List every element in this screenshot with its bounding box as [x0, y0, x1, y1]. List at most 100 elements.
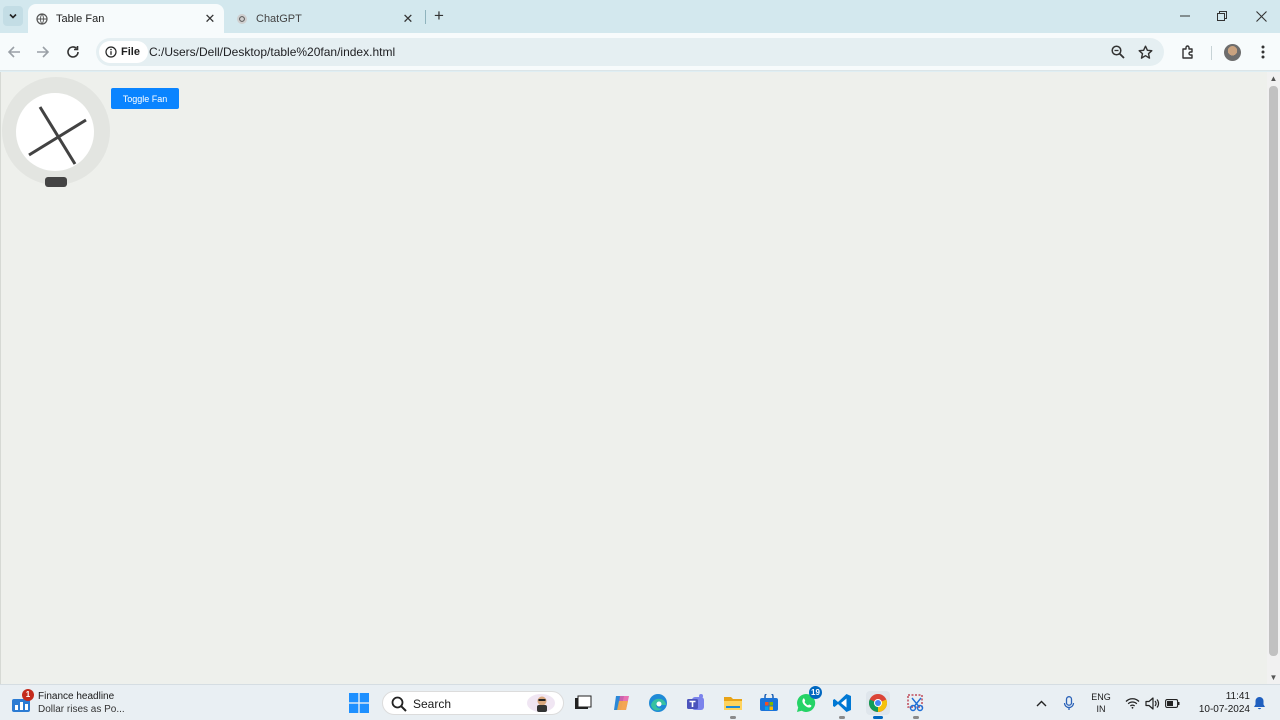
tab-close-icon[interactable]: ✕: [202, 11, 218, 27]
extensions-button[interactable]: [1178, 42, 1198, 62]
puzzle-icon: [1181, 44, 1193, 59]
zoom-out-icon: [1111, 45, 1125, 59]
tab-close-icon[interactable]: ✕: [400, 11, 416, 27]
volume-button[interactable]: [1144, 695, 1160, 711]
restore-icon: [1217, 11, 1227, 21]
battery-button[interactable]: [1164, 695, 1180, 711]
clock-date: 10-07-2024: [1198, 704, 1250, 715]
tab-chatgpt[interactable]: ChatGPT ✕: [228, 4, 422, 33]
star-icon: [1138, 45, 1152, 59]
tab-table-fan[interactable]: Table Fan ✕: [28, 4, 224, 33]
toggle-fan-button[interactable]: Toggle Fan: [111, 88, 179, 109]
table-fan: [2, 77, 110, 187]
menu-button[interactable]: [1253, 42, 1273, 62]
system-clock[interactable]: 11:41 10-07-2024: [1186, 690, 1250, 716]
profile-avatar[interactable]: [1224, 44, 1241, 61]
vscode-button[interactable]: [830, 691, 854, 719]
running-indicator: [839, 716, 845, 719]
taskbar-search[interactable]: Search: [382, 691, 564, 715]
bell-icon: [1253, 697, 1265, 710]
restore-button[interactable]: [1207, 5, 1237, 27]
windows-logo-icon: [349, 693, 369, 713]
globe-icon: [36, 12, 48, 25]
copilot-button[interactable]: [610, 691, 634, 715]
microphone-button[interactable]: [1061, 695, 1077, 711]
tab-search-button[interactable]: [3, 6, 23, 26]
notification-badge: 19: [809, 686, 822, 699]
taskview-button[interactable]: [571, 691, 595, 715]
whatsapp-button[interactable]: 19: [794, 686, 822, 715]
folder-icon: [724, 697, 742, 710]
microphone-icon: [1063, 695, 1075, 710]
fan-head: [16, 93, 94, 171]
running-indicator: [913, 716, 919, 719]
site-info-chip[interactable]: File: [99, 41, 148, 63]
edge-icon: [649, 694, 667, 712]
reload-button[interactable]: [63, 42, 83, 62]
reload-icon: [67, 46, 79, 58]
copilot-icon: [614, 696, 629, 710]
chevron-down-icon: [9, 13, 17, 19]
scroll-up-arrow-icon[interactable]: ▲: [1269, 74, 1278, 83]
url-text[interactable]: C:/Users/Dell/Desktop/table%20fan/index.…: [149, 45, 395, 59]
running-indicator: [873, 716, 883, 719]
language-code: ENG: [1091, 692, 1111, 702]
address-bar[interactable]: File C:/Users/Dell/Desktop/table%20fan/i…: [96, 38, 1164, 66]
bookmark-button[interactable]: [1136, 43, 1154, 61]
vertical-scrollbar[interactable]: ▲ ▼: [1267, 72, 1280, 684]
news-widget[interactable]: 1 Finance headline Dollar rises as Po...: [10, 689, 150, 717]
toolbar-divider: [1211, 46, 1212, 60]
store-button[interactable]: [757, 691, 781, 715]
zoom-button[interactable]: [1109, 43, 1127, 61]
site-info-label: File: [121, 46, 140, 58]
fan-base: [45, 177, 67, 187]
info-icon: [105, 46, 117, 58]
language-indicator[interactable]: ENG IN: [1088, 691, 1114, 715]
widget-subtitle: Dollar rises as Po...: [38, 704, 125, 715]
new-tab-plus-icon[interactable]: +: [430, 7, 448, 25]
notifications-button[interactable]: [1251, 695, 1267, 711]
forward-button[interactable]: [33, 42, 53, 62]
snipping-tool-icon: [907, 694, 924, 712]
chrome-icon: [868, 694, 888, 712]
edge-button[interactable]: [646, 691, 670, 715]
chrome-button[interactable]: [866, 691, 890, 719]
tab-divider: [425, 10, 426, 24]
fan-blades: [28, 106, 87, 165]
wifi-icon: [1125, 698, 1139, 709]
tab-title: ChatGPT: [256, 12, 302, 25]
widget-title: Finance headline: [38, 691, 115, 702]
start-button[interactable]: [347, 691, 371, 715]
forward-arrow-icon: [37, 46, 50, 58]
more-vertical-icon: [1261, 45, 1265, 59]
minimize-button[interactable]: [1170, 5, 1200, 27]
search-highlight-illustration: [527, 694, 555, 712]
task-view-icon: [575, 695, 592, 709]
snipping-tool-button[interactable]: [904, 691, 928, 719]
search-icon: [391, 696, 407, 712]
notification-badge: 1: [22, 689, 34, 701]
search-label: Search: [413, 697, 452, 711]
page-viewport: Toggle Fan: [0, 72, 1267, 684]
chatgpt-icon: [236, 13, 248, 25]
tab-title: Table Fan: [56, 12, 105, 25]
wifi-button[interactable]: [1124, 695, 1140, 711]
tray-overflow-button[interactable]: [1033, 695, 1049, 711]
windows-taskbar: 1 Finance headline Dollar rises as Po...…: [0, 684, 1280, 720]
file-explorer-button[interactable]: [721, 691, 745, 719]
scrollbar-thumb[interactable]: [1269, 86, 1278, 656]
scroll-down-arrow-icon[interactable]: ▼: [1269, 673, 1278, 682]
running-indicator: [730, 716, 736, 719]
store-icon: [760, 694, 778, 711]
browser-toolbar: File C:/Users/Dell/Desktop/table%20fan/i…: [0, 33, 1280, 71]
teams-button[interactable]: [684, 691, 708, 715]
tab-strip: Table Fan ✕ ChatGPT ✕ +: [0, 0, 1280, 33]
teams-icon: [687, 694, 704, 710]
close-window-button[interactable]: [1246, 5, 1276, 27]
speaker-icon: [1144, 696, 1159, 710]
back-button[interactable]: [4, 42, 24, 62]
minimize-icon: [1180, 15, 1190, 17]
chevron-up-icon: [1036, 700, 1046, 706]
close-icon: [1255, 10, 1267, 22]
language-region: IN: [1096, 704, 1106, 714]
